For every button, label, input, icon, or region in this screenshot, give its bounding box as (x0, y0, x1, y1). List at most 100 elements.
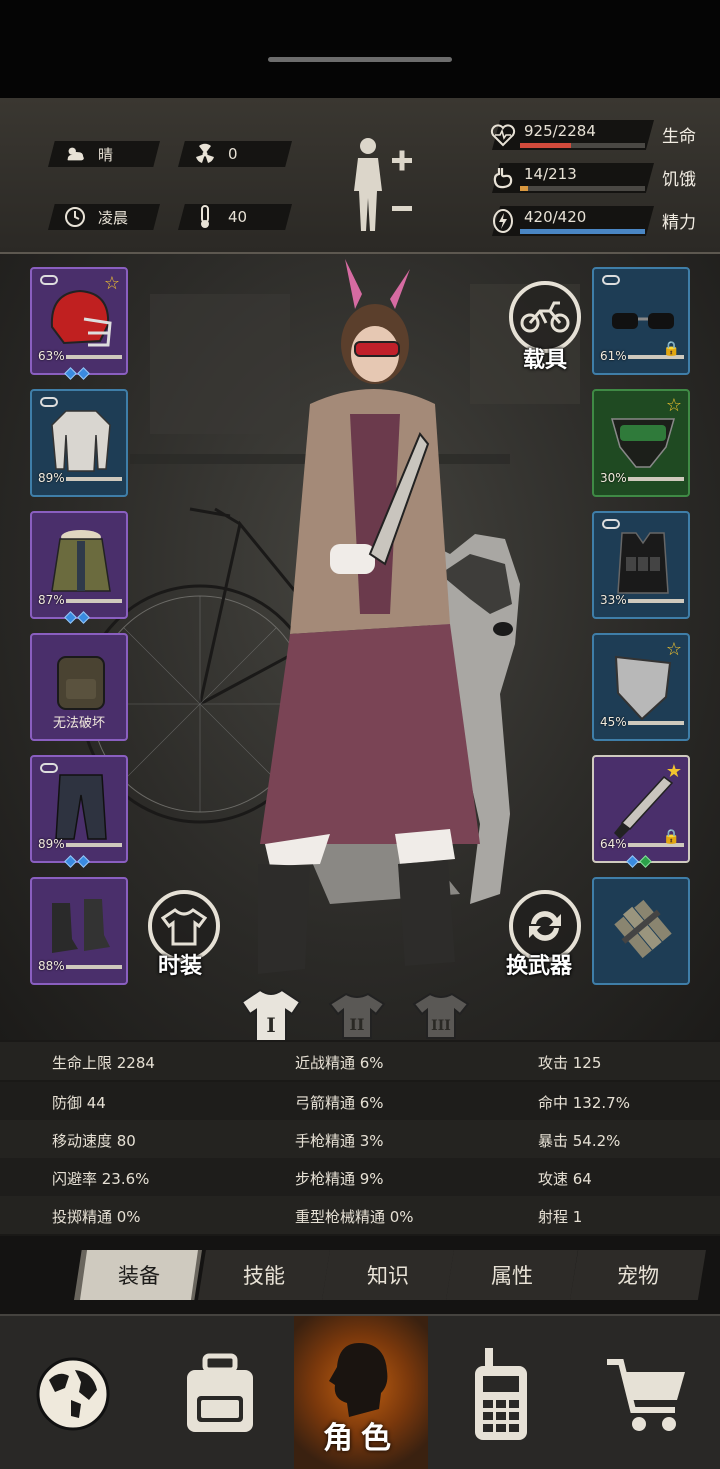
time-chip: 凌晨 (48, 204, 160, 230)
lock-icon: 🔒 (662, 829, 680, 845)
radiation-value: 0 (228, 145, 238, 163)
gas-mask-icon (611, 418, 675, 468)
equip-slot-coat[interactable]: 87% (30, 511, 128, 619)
attribute-cell: 射程 1 (538, 1208, 583, 1226)
nav-shop[interactable] (574, 1316, 720, 1469)
parka-jacket-icon (51, 530, 111, 592)
attribute-cell: 防御 44 (52, 1094, 106, 1112)
outfit-tab-3[interactable]: III (410, 988, 472, 1044)
tab-attributes[interactable]: 属性 (446, 1250, 578, 1300)
heart-pulse-icon (490, 124, 516, 147)
equip-slot-glasses[interactable]: 61% 🔒 (592, 267, 690, 375)
tab-label: 属性 (491, 1264, 533, 1288)
fashion-label: 时装 (158, 954, 203, 979)
nav-backpack[interactable] (146, 1316, 294, 1469)
durability-text: 64% (600, 837, 627, 851)
tab-label: 宠物 (617, 1264, 659, 1288)
cloud-sun-icon (64, 143, 86, 165)
durability-bar (66, 355, 122, 359)
durability-text: 61% (600, 349, 627, 363)
nav-radio[interactable] (428, 1316, 574, 1469)
attribute-cell: 弓箭精通 6% (295, 1094, 384, 1112)
swap-arrows-icon (529, 911, 561, 941)
cargo-pants-icon (55, 774, 107, 840)
attribute-cell: 步枪精通 9% (295, 1170, 384, 1188)
equip-slot-helmet[interactable]: ☆ 63% (30, 267, 128, 375)
attribute-cell: 重型枪械精通 0% (295, 1208, 414, 1226)
top-bar (0, 0, 720, 98)
hunger-label: 饥饿 (662, 170, 696, 190)
durability-text: 89% (38, 471, 65, 485)
equip-slot-mask[interactable]: ☆ 30% (592, 389, 690, 497)
blue-gem-icon (64, 367, 77, 380)
backpack-icon (187, 1353, 253, 1432)
equip-slot-shield[interactable]: ☆ 45% (592, 633, 690, 741)
health-value: 925/2284 (524, 122, 596, 140)
backpack-icon (57, 656, 105, 710)
attribute-row: 生命上限 2284 近战精通 6% 攻击 125 (0, 1042, 720, 1080)
health-bar (520, 143, 645, 148)
equip-slot-explosive[interactable] (592, 877, 690, 985)
attribute-row: 防御 44 弓箭精通 6% 命中 132.7% (0, 1082, 720, 1120)
outfit-tab-2[interactable]: II (326, 988, 388, 1044)
lightning-icon (493, 209, 513, 233)
football-helmet-icon (50, 289, 112, 347)
nav-world[interactable] (0, 1316, 146, 1469)
shopping-cart-icon (607, 1358, 685, 1431)
durability-text: 87% (38, 593, 65, 607)
durability-text: 45% (600, 715, 627, 729)
nav-character[interactable]: 角色 (294, 1316, 428, 1469)
attribute-row: 移动速度 80 手枪精通 3% 暴击 54.2% (0, 1120, 720, 1158)
attribute-cell: 闪避率 23.6% (52, 1170, 150, 1188)
durability-bar (628, 477, 684, 481)
equip-slot-pants[interactable]: 89% (30, 755, 128, 863)
outfit-tab-1[interactable]: I (240, 988, 302, 1044)
equip-slot-shirt[interactable]: 89% (30, 389, 128, 497)
walkie-talkie-icon (475, 1347, 527, 1440)
attribute-cell: 近战精通 6% (295, 1054, 384, 1072)
blue-gem-icon (77, 367, 90, 380)
body-figure-icon (354, 138, 412, 231)
tab-label: 装备 (118, 1264, 160, 1288)
lock-icon: 🔒 (662, 341, 680, 357)
tab-equipment[interactable]: 装备 (80, 1250, 198, 1300)
green-gem-icon (639, 855, 652, 868)
equip-slot-boots[interactable]: 88% (30, 877, 128, 985)
tab-label: 知识 (367, 1264, 409, 1288)
attribute-cell: 生命上限 2284 (52, 1054, 155, 1072)
nav-character-label: 角色 (323, 1421, 399, 1456)
durability-bar (66, 599, 122, 603)
gem-sockets (64, 855, 90, 869)
equip-slot-armor[interactable]: 33% (592, 511, 690, 619)
clock-icon (64, 206, 86, 228)
attribute-cell: 攻速 64 (538, 1170, 592, 1188)
swap-weapon-label: 换武器 (506, 954, 573, 979)
weather-text: 晴 (98, 145, 114, 164)
outfit-tab-label: III (431, 1018, 451, 1034)
hunger-value: 14/213 (524, 165, 577, 183)
character-scene: ☆ 63% 89% 87% 无法破坏 89% 88% 61% 🔒 ☆ 30% 3… (0, 254, 720, 1040)
attribute-row: 闪避率 23.6% 步枪精通 9% 攻速 64 (0, 1158, 720, 1196)
body-status-button[interactable] (348, 136, 418, 236)
attribute-row: 投掷精通 0% 重型枪械精通 0% 射程 1 (0, 1196, 720, 1234)
hunger-bar (520, 186, 645, 191)
gem-sockets (64, 611, 90, 625)
sub-tab-bar: 装备 技能 知识 属性 宠物 (0, 1236, 720, 1314)
tab-knowledge[interactable]: 知识 (322, 1250, 454, 1300)
durability-bar (66, 843, 122, 847)
tab-skills[interactable]: 技能 (198, 1250, 330, 1300)
blue-gem-icon (77, 611, 90, 624)
durability-text: 30% (600, 471, 627, 485)
equip-slot-weapon[interactable]: ★ 64% 🔒 (592, 755, 690, 863)
tab-pets[interactable]: 宠物 (570, 1250, 706, 1300)
durability-bar (66, 477, 122, 481)
durability-text: 33% (600, 593, 627, 607)
energy-stat: 420/420 精力 (480, 202, 712, 238)
equip-slot-backpack[interactable]: 无法破坏 (30, 633, 128, 741)
health-stat: 925/2284 生命 (480, 116, 712, 152)
gem-sockets (64, 367, 90, 381)
stomach-icon (493, 168, 513, 189)
t-shirt-icon (161, 908, 207, 946)
attribute-cell: 暴击 54.2% (538, 1132, 621, 1150)
drag-handle[interactable] (268, 57, 452, 62)
